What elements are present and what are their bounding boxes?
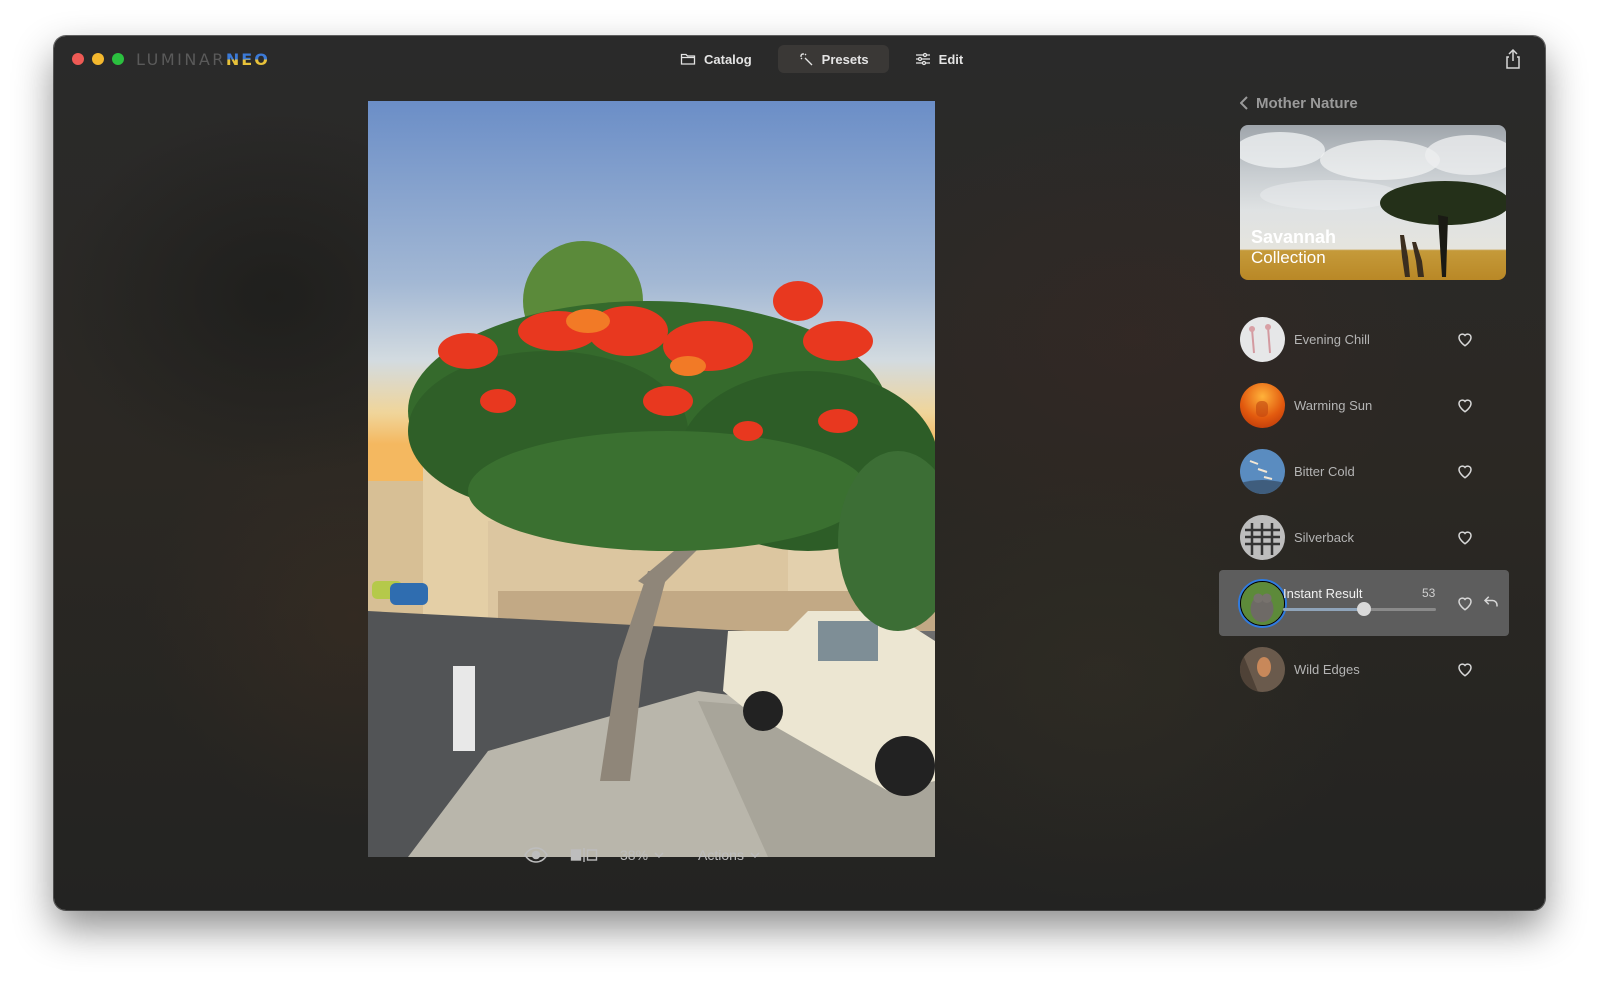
- chevron-down-icon: [654, 852, 664, 858]
- preset-thumbnail: [1240, 646, 1285, 692]
- heart-icon[interactable]: [1456, 462, 1474, 480]
- preview-toggle-button[interactable]: [524, 847, 548, 863]
- tab-label: Catalog: [704, 51, 752, 67]
- preset-name: Bitter Cold: [1294, 463, 1355, 479]
- mode-switcher: Catalog Presets Edit: [660, 45, 983, 73]
- preset-amount-slider[interactable]: [1283, 602, 1436, 616]
- compare-button[interactable]: [570, 847, 598, 863]
- close-window-button[interactable]: [72, 53, 84, 65]
- heart-icon[interactable]: [1456, 594, 1474, 612]
- share-button[interactable]: [1503, 48, 1523, 70]
- share-icon: [1506, 48, 1520, 69]
- window-controls: [72, 53, 124, 65]
- collection-banner[interactable]: Savannah Collection: [1240, 125, 1506, 280]
- actions-label: Actions: [698, 847, 744, 863]
- chevron-left-icon: [1240, 96, 1248, 110]
- preset-item-warming-sun[interactable]: Warming Sun: [1230, 372, 1532, 438]
- tab-catalog[interactable]: Catalog: [660, 45, 772, 73]
- app-window: LUMINARNEO Catalog Presets Edit 38% Acti…: [54, 36, 1545, 910]
- magic-wand-icon: [799, 53, 813, 66]
- banner-title: Savannah: [1251, 227, 1337, 247]
- heart-icon[interactable]: [1456, 660, 1474, 678]
- zoom-level-dropdown[interactable]: 38%: [620, 847, 664, 863]
- preset-item-silverback[interactable]: Silverback: [1230, 504, 1532, 570]
- preset-thumbnail: [1240, 316, 1285, 362]
- app-logo: LUMINARNEO: [136, 50, 270, 69]
- banner-subtitle: Collection: [1251, 248, 1326, 267]
- logo-accent-text: NEO: [225, 50, 270, 69]
- slider-fill: [1283, 608, 1365, 611]
- minimize-window-button[interactable]: [92, 53, 104, 65]
- zoom-level-value: 38%: [620, 847, 649, 863]
- eye-icon: [524, 847, 548, 863]
- collection-title: Mother Nature: [1256, 94, 1358, 112]
- preset-item-evening-chill[interactable]: Evening Chill: [1230, 306, 1532, 372]
- tab-label: Edit: [938, 51, 964, 67]
- preset-thumbnail: [1240, 448, 1285, 494]
- preset-thumbnail: [1240, 382, 1285, 428]
- preset-name: Instant Result: [1283, 586, 1363, 601]
- preset-item-bitter-cold[interactable]: Bitter Cold: [1230, 438, 1532, 504]
- tab-presets[interactable]: Presets: [777, 45, 889, 73]
- preset-item-instant-result[interactable]: Instant Result 53: [1219, 570, 1509, 636]
- preset-item-wild-edges[interactable]: Wild Edges: [1230, 636, 1532, 702]
- preset-amount-value: 53: [1422, 586, 1436, 600]
- preset-list: Evening Chill Warming Sun Bitter Cold Si…: [1219, 306, 1532, 702]
- preset-name: Silverback: [1294, 529, 1354, 545]
- preset-thumbnail: [1240, 514, 1285, 560]
- sliders-icon: [915, 52, 930, 66]
- slider-handle[interactable]: [1357, 602, 1372, 616]
- photo-canvas[interactable]: [368, 101, 935, 857]
- undo-icon[interactable]: [1482, 593, 1500, 611]
- heart-icon[interactable]: [1456, 330, 1474, 348]
- logo-text: LUMINAR: [136, 50, 226, 69]
- preset-name: Evening Chill: [1294, 331, 1370, 347]
- chevron-down-icon: [750, 852, 760, 858]
- preset-name: Warming Sun: [1294, 397, 1373, 413]
- tab-edit[interactable]: Edit: [895, 45, 984, 73]
- compare-icon: [570, 848, 598, 862]
- presets-panel: Mother Nature Savannah Collection Evenin…: [1219, 91, 1532, 702]
- preset-name: Wild Edges: [1294, 661, 1360, 677]
- heart-icon[interactable]: [1456, 528, 1474, 546]
- folder-icon: [680, 53, 696, 65]
- actions-dropdown[interactable]: Actions: [698, 847, 760, 863]
- photo-image: [368, 101, 935, 857]
- heart-icon[interactable]: [1456, 396, 1474, 414]
- back-button[interactable]: Mother Nature: [1240, 91, 1532, 115]
- tab-label: Presets: [821, 51, 869, 67]
- photo-toolbar: 38% Actions: [524, 847, 760, 863]
- zoom-window-button[interactable]: [112, 53, 124, 65]
- preset-thumbnail: [1240, 580, 1285, 626]
